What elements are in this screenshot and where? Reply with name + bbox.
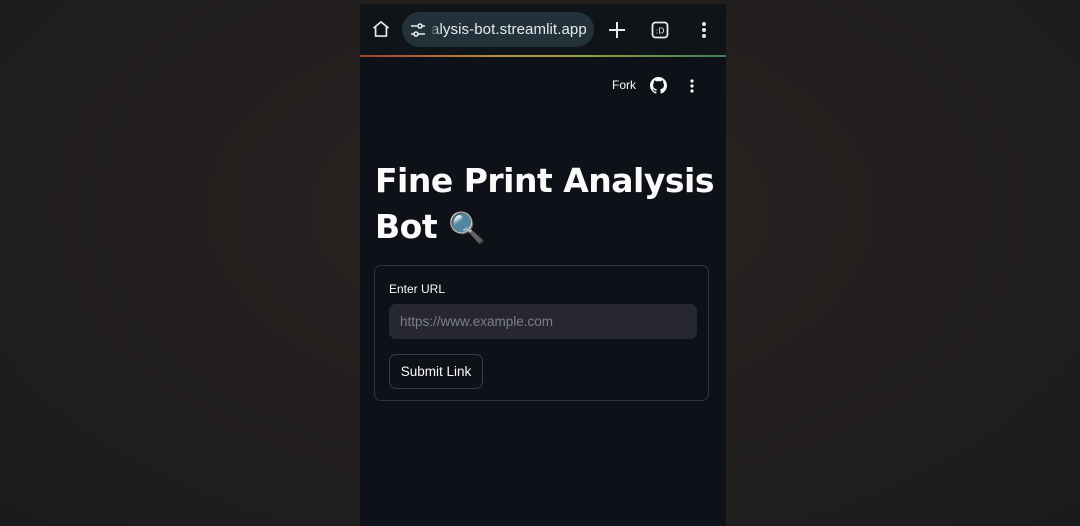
new-tab-icon[interactable] <box>604 17 630 43</box>
home-icon[interactable] <box>368 16 394 42</box>
tab-count: :D <box>656 27 665 36</box>
page-title: Fine Print Analysis Bot 🔍 <box>375 158 715 252</box>
phone-screen: alysis-bot.streamlit.app :D Fork Fine Pr… <box>360 4 726 526</box>
tabs-icon[interactable]: :D <box>648 18 672 42</box>
page-load-divider <box>360 55 726 57</box>
fork-button[interactable]: Fork <box>612 78 636 92</box>
url-fade <box>430 12 440 47</box>
page-title-text: Fine Print Analysis Bot <box>375 161 714 246</box>
browser-toolbar: alysis-bot.streamlit.app :D <box>360 4 726 56</box>
tune-icon[interactable] <box>408 20 428 40</box>
github-icon[interactable] <box>650 77 667 94</box>
address-bar[interactable]: alysis-bot.streamlit.app <box>402 12 594 47</box>
app-toolbar: Fork <box>360 74 726 98</box>
url-text: alysis-bot.streamlit.app <box>431 21 587 38</box>
magnifier-icon: 🔍 <box>448 211 485 246</box>
url-input[interactable] <box>389 304 697 339</box>
more-vert-icon[interactable] <box>687 77 697 95</box>
submit-link-button[interactable]: Submit Link <box>389 354 483 389</box>
url-form: Enter URL Submit Link <box>374 265 709 401</box>
menu-icon[interactable] <box>694 17 714 43</box>
url-label: Enter URL <box>389 282 446 296</box>
